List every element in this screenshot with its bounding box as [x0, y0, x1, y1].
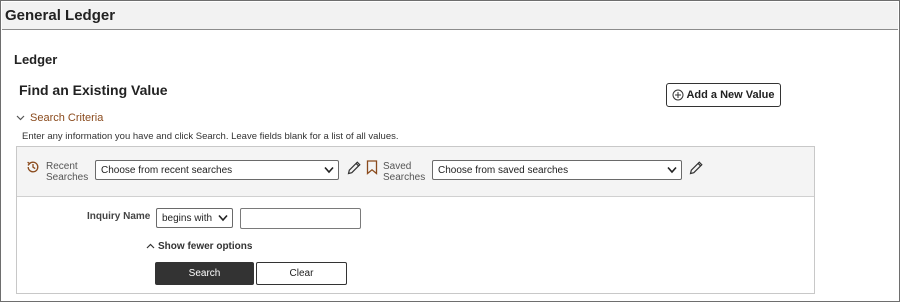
chevron-down-icon — [324, 166, 334, 177]
add-new-value-label: Add a New Value — [686, 89, 775, 101]
edit-saved-pencil-icon[interactable] — [688, 160, 704, 181]
saved-searches-select[interactable]: Choose from saved searches — [432, 160, 682, 180]
edit-recent-pencil-icon[interactable] — [346, 160, 362, 181]
app-header: General Ledger — [2, 2, 898, 30]
inquiry-name-operator-value: begins with — [162, 212, 213, 224]
recent-searches-label-line2: Searches — [46, 172, 89, 183]
show-fewer-options-label: Show fewer options — [158, 241, 253, 252]
saved-searches-label-line1: Saved — [383, 161, 412, 172]
chevron-down-icon — [16, 112, 30, 124]
plus-circle-icon — [672, 89, 684, 101]
find-existing-heading: Find an Existing Value — [19, 82, 168, 98]
inquiry-name-input[interactable] — [240, 208, 361, 229]
recent-searches-value: Choose from recent searches — [101, 164, 233, 176]
search-panel: Recent Searches Choose from recent searc… — [16, 146, 815, 294]
search-button[interactable]: Search — [155, 262, 254, 285]
show-fewer-options-link[interactable]: Show fewer options — [146, 241, 252, 252]
clear-button[interactable]: Clear — [256, 262, 347, 285]
chevron-down-icon — [667, 166, 677, 177]
inquiry-name-label: Inquiry Name — [87, 211, 151, 222]
search-instructions: Enter any information you have and click… — [22, 131, 399, 142]
history-icon — [26, 160, 40, 179]
app-frame: General Ledger Ledger Find an Existing V… — [0, 0, 900, 302]
search-criteria-label: Search Criteria — [30, 112, 104, 124]
bookmark-icon — [366, 160, 378, 180]
add-new-value-button[interactable]: Add a New Value — [666, 83, 781, 107]
chevron-up-icon — [146, 241, 158, 252]
chevron-down-icon — [218, 214, 228, 225]
inquiry-name-operator-select[interactable]: begins with — [156, 208, 233, 228]
page-title: Ledger — [14, 52, 58, 67]
recent-searches-label-line1: Recent — [46, 161, 78, 172]
saved-searches-value: Choose from saved searches — [438, 164, 569, 176]
recent-searches-select[interactable]: Choose from recent searches — [95, 160, 339, 180]
saved-searches-label-line2: Searches — [383, 172, 426, 183]
search-criteria-toggle[interactable]: Search Criteria — [16, 112, 103, 124]
saved-searches-bar: Recent Searches Choose from recent searc… — [17, 147, 814, 197]
recent-searches-label: Recent Searches — [46, 161, 98, 183]
saved-searches-label: Saved Searches — [383, 161, 435, 183]
app-title: General Ledger — [5, 7, 116, 24]
